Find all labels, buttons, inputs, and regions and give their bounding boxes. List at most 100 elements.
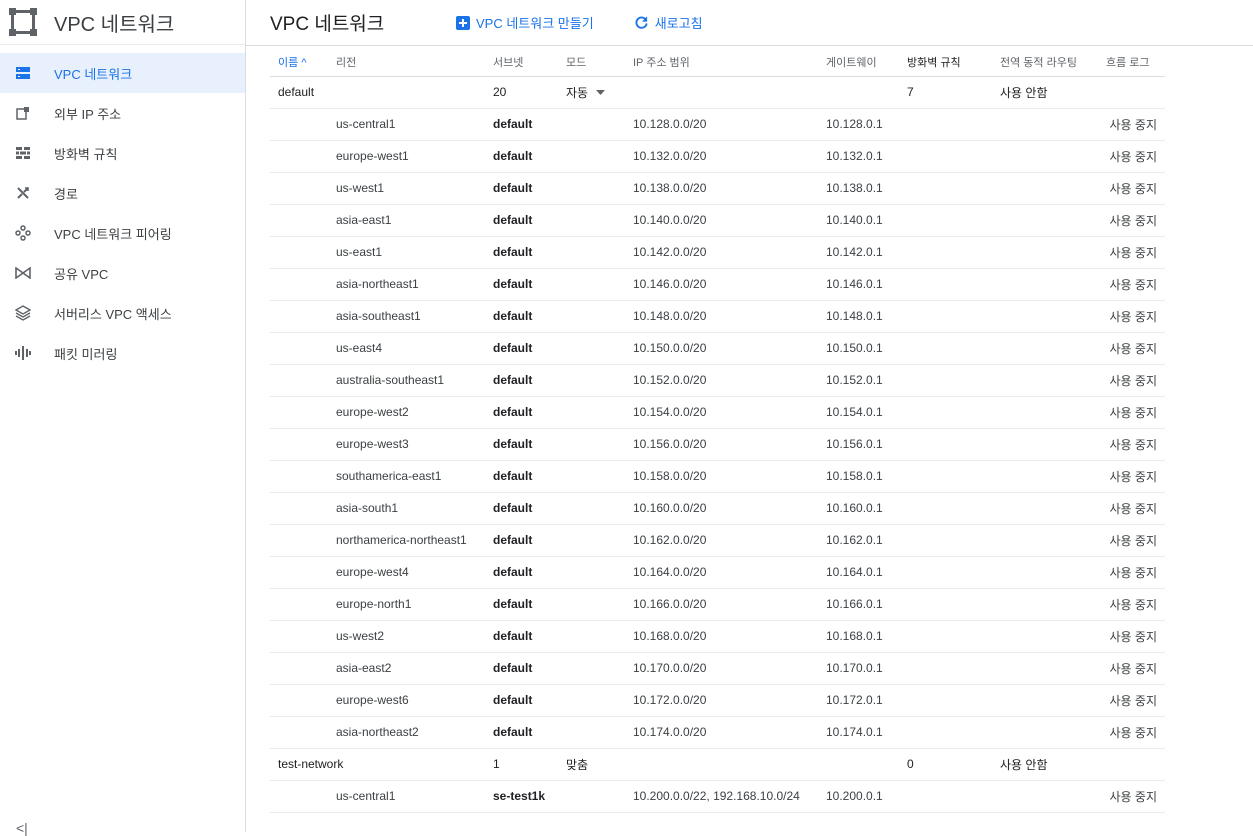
- subnet-gateway: 10.152.0.1: [818, 364, 899, 397]
- shared-vpc-icon: [12, 262, 34, 284]
- subnet-name[interactable]: default: [485, 236, 558, 269]
- collapse-sidebar-button[interactable]: <|: [16, 820, 28, 836]
- indent-cell: [270, 684, 328, 717]
- subnet-row[interactable]: europe-west3 default 10.156.0.0/20 10.156.0…: [270, 428, 1165, 461]
- network-name[interactable]: test-network: [270, 748, 485, 781]
- subnet-row[interactable]: us-west1 default 10.138.0.0/20 10.138.0.1 사용…: [270, 172, 1165, 205]
- subnet-row[interactable]: australia-southeast1 default 10.152.0.0/20…: [270, 364, 1165, 397]
- subnet-row[interactable]: asia-east1 default 10.140.0.0/20 10.140.0.1…: [270, 204, 1165, 237]
- subnet-region: us-central1: [328, 780, 485, 813]
- subnet-row[interactable]: asia-northeast2 default 10.174.0.0/20 10.17…: [270, 716, 1165, 749]
- indent-cell: [270, 652, 328, 685]
- subnet-name[interactable]: default: [485, 556, 558, 589]
- sidebar-item-routes[interactable]: 경로: [0, 173, 245, 213]
- firewall-rule-count[interactable]: 7: [899, 76, 992, 109]
- firewall-cell: [899, 396, 992, 429]
- firewall-cell: [899, 780, 992, 813]
- create-vpc-network-button[interactable]: VPC 네트워크 만들기: [456, 13, 594, 32]
- subnet-row[interactable]: europe-west6 default 10.172.0.0/20 10.172.0…: [270, 684, 1165, 717]
- subnet-row[interactable]: europe-west1 default 10.132.0.0/20 10.132.0…: [270, 140, 1165, 173]
- subnet-row[interactable]: europe-north1 default 10.166.0.0/20 10.166.…: [270, 588, 1165, 621]
- subnet-ip-range: 10.164.0.0/20: [625, 556, 818, 589]
- indent-cell: [270, 556, 328, 589]
- firewall-cell: [899, 140, 992, 173]
- subnet-name[interactable]: default: [485, 620, 558, 653]
- sidebar-item-vpc-networks[interactable]: VPC 네트워크: [0, 53, 245, 93]
- subnet-row[interactable]: us-east1 default 10.142.0.0/20 10.142.0.1 사용…: [270, 236, 1165, 269]
- network-mode: 자동: [558, 76, 625, 109]
- subnet-name[interactable]: default: [485, 524, 558, 557]
- subnet-name[interactable]: default: [485, 108, 558, 141]
- subnet-name[interactable]: default: [485, 492, 558, 525]
- sidebar-item-shared-vpc[interactable]: 공유 VPC: [0, 253, 245, 293]
- routing-cell: [992, 236, 1098, 269]
- subnet-name[interactable]: se-test1k: [485, 780, 558, 813]
- sidebar-item-external-ip[interactable]: 외부 IP 주소: [0, 93, 245, 133]
- subnet-row[interactable]: us-central1 default 10.128.0.0/20 10.128.0.…: [270, 108, 1165, 141]
- firewall-cell: [899, 332, 992, 365]
- mode-cell: [558, 492, 625, 525]
- subnet-name[interactable]: default: [485, 588, 558, 621]
- firewall-icon: [12, 142, 34, 164]
- sidebar-item-peering[interactable]: VPC 네트워크 피어링: [0, 213, 245, 253]
- subnet-name[interactable]: default: [485, 172, 558, 205]
- mode-dropdown[interactable]: 자동: [566, 84, 606, 101]
- firewall-rule-count[interactable]: 0: [899, 748, 992, 781]
- subnet-region: europe-west6: [328, 684, 485, 717]
- mode-cell: [558, 236, 625, 269]
- vpc-network-icon: [12, 62, 34, 84]
- subnet-name[interactable]: default: [485, 684, 558, 717]
- firewall-cell: [899, 684, 992, 717]
- mode-cell: [558, 588, 625, 621]
- subnet-name[interactable]: default: [485, 652, 558, 685]
- sidebar-item-serverless-vpc-access[interactable]: 서버리스 VPC 액세스: [0, 293, 245, 333]
- subnet-row[interactable]: asia-southeast1 default 10.148.0.0/20 10.14…: [270, 300, 1165, 333]
- subnet-row[interactable]: us-central1 se-test1k 10.200.0.0/22, 192.1…: [270, 780, 1165, 813]
- network-row[interactable]: default 20 자동 7 사용 안함: [270, 76, 1165, 109]
- indent-cell: [270, 428, 328, 461]
- subnet-name[interactable]: default: [485, 460, 558, 493]
- subnet-name[interactable]: default: [485, 396, 558, 429]
- sidebar-item-label: 서버리스 VPC 액세스: [54, 306, 172, 322]
- subnet-gateway: 10.156.0.1: [818, 428, 899, 461]
- sidebar-item-packet-mirroring[interactable]: 패킷 미러링: [0, 333, 245, 373]
- subnet-name[interactable]: default: [485, 300, 558, 333]
- column-header-name[interactable]: 이름 ^: [270, 48, 328, 77]
- subnet-row[interactable]: southamerica-east1 default 10.158.0.0/20 10…: [270, 460, 1165, 493]
- subnet-ip-range: 10.156.0.0/20: [625, 428, 818, 461]
- subnet-gateway: 10.154.0.1: [818, 396, 899, 429]
- indent-cell: [270, 108, 328, 141]
- subnet-name[interactable]: default: [485, 204, 558, 237]
- subnet-name[interactable]: default: [485, 716, 558, 749]
- subnet-row[interactable]: asia-south1 default 10.160.0.0/20 10.160.0.…: [270, 492, 1165, 525]
- subnet-flow-logs: 사용 중지: [1098, 556, 1165, 589]
- subnet-gateway: 10.166.0.1: [818, 588, 899, 621]
- subnet-region: europe-west1: [328, 140, 485, 173]
- subnet-row[interactable]: northamerica-northeast1 default 10.162.0.0…: [270, 524, 1165, 557]
- subnet-name[interactable]: default: [485, 140, 558, 173]
- subnet-name[interactable]: default: [485, 364, 558, 397]
- sidebar-item-firewall[interactable]: 방화벽 규칙: [0, 133, 245, 173]
- network-name[interactable]: default: [270, 76, 485, 109]
- subnet-row[interactable]: europe-west2 default 10.154.0.0/20 10.154.0…: [270, 396, 1165, 429]
- subnet-region: us-west1: [328, 172, 485, 205]
- subnet-row[interactable]: asia-northeast1 default 10.146.0.0/20 10.14…: [270, 268, 1165, 301]
- subnet-row[interactable]: us-west2 default 10.168.0.0/20 10.168.0.1 사용…: [270, 620, 1165, 653]
- subnet-ip-range: 10.140.0.0/20: [625, 204, 818, 237]
- subnet-region: europe-west2: [328, 396, 485, 429]
- network-row[interactable]: test-network 1 맞춤 0 사용 안함: [270, 748, 1165, 781]
- routing-cell: [992, 268, 1098, 301]
- subnet-row[interactable]: europe-west4 default 10.164.0.0/20 10.164.0…: [270, 556, 1165, 589]
- page-title: VPC 네트워크: [270, 14, 385, 35]
- subnet-ip-range: 10.148.0.0/20: [625, 300, 818, 333]
- mode-cell: [558, 332, 625, 365]
- routing-cell: [992, 684, 1098, 717]
- mode-value: 맞춤: [566, 757, 589, 772]
- subnet-row[interactable]: us-east4 default 10.150.0.0/20 10.150.0.1 사용…: [270, 332, 1165, 365]
- mode-cell: [558, 364, 625, 397]
- subnet-name[interactable]: default: [485, 428, 558, 461]
- refresh-button[interactable]: 새로고침: [634, 13, 703, 32]
- subnet-name[interactable]: default: [485, 268, 558, 301]
- subnet-name[interactable]: default: [485, 332, 558, 365]
- subnet-row[interactable]: asia-east2 default 10.170.0.0/20 10.170.0.1…: [270, 652, 1165, 685]
